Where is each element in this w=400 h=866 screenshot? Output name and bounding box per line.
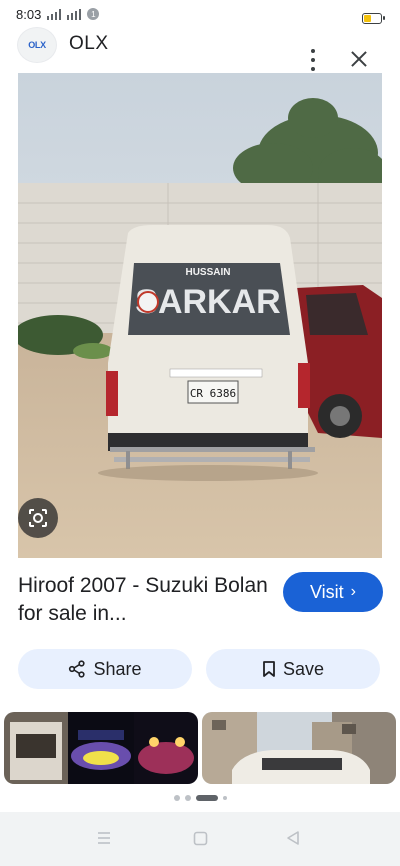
share-icon xyxy=(69,660,86,678)
site-logo[interactable]: OLX xyxy=(18,28,56,62)
visit-label: Visit xyxy=(309,581,344,602)
related-image-1[interactable] xyxy=(4,712,198,784)
signal-icon-2 xyxy=(67,8,82,20)
status-time: 8:03 xyxy=(16,6,42,22)
lens-icon xyxy=(29,509,47,527)
carousel-indicator xyxy=(0,795,400,801)
bookmark-icon xyxy=(263,661,275,677)
notification-badge: 1 xyxy=(87,8,100,20)
header: OLX OLX xyxy=(0,28,400,72)
banner-text: HUSSAIN xyxy=(185,267,230,278)
share-button[interactable]: Share xyxy=(18,649,192,689)
more-options-icon[interactable] xyxy=(310,49,316,71)
plate-text: CR 6386 xyxy=(190,387,236,400)
battery-icon xyxy=(362,13,385,24)
system-nav-bar xyxy=(0,812,400,866)
save-label: Save xyxy=(282,658,325,679)
site-name[interactable]: OLX xyxy=(69,33,109,55)
back-icon[interactable] xyxy=(285,830,301,851)
related-image-2-photo xyxy=(202,712,396,784)
result-title[interactable]: Hiroof 2007 - Suzuki Bolan for sale in..… xyxy=(18,572,268,628)
logo-text: OLX xyxy=(28,40,46,50)
page-dot xyxy=(173,795,180,801)
visit-button[interactable]: Visit › xyxy=(283,572,383,612)
page-dot-active xyxy=(195,795,218,801)
related-image-2[interactable] xyxy=(202,712,396,784)
share-label: Share xyxy=(93,658,142,679)
lens-search-button[interactable] xyxy=(18,498,58,538)
home-icon[interactable] xyxy=(193,831,208,851)
chevron-right-icon: › xyxy=(350,582,356,600)
page-dot xyxy=(184,795,191,801)
save-button[interactable]: Save xyxy=(206,649,380,689)
related-image-1-photo xyxy=(4,712,198,784)
van-photo: SARKAR HUSSAIN CR 6386 xyxy=(18,73,382,558)
status-bar: 8:03 1 xyxy=(0,0,400,28)
main-result-image[interactable]: SARKAR HUSSAIN CR 6386 xyxy=(18,73,382,558)
page-dot xyxy=(222,796,227,800)
close-icon[interactable] xyxy=(348,48,370,70)
signal-icon xyxy=(47,8,62,20)
recent-apps-icon[interactable] xyxy=(96,830,112,851)
